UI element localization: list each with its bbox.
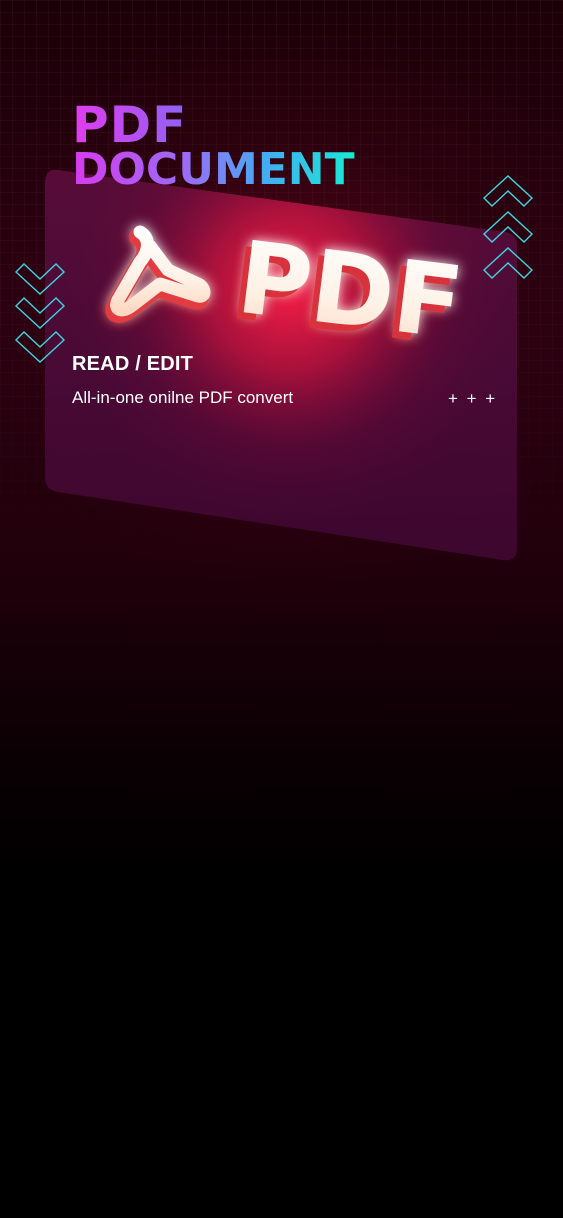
right-chevrons <box>482 175 534 279</box>
hero-card: PDF PDF <box>45 169 517 561</box>
chevron-down-icon <box>14 297 66 329</box>
plus-marks: + + + <box>448 389 498 408</box>
chevron-down-icon <box>14 331 66 363</box>
chevron-up-icon <box>482 211 534 243</box>
chevron-down-icon <box>14 263 66 295</box>
chevron-up-icon <box>482 247 534 279</box>
tagline: All-in-one onilne PDF convert <box>72 388 294 407</box>
left-chevrons <box>14 263 66 363</box>
title-document: DOCUMENT <box>72 144 355 195</box>
chevron-up-icon <box>482 175 534 207</box>
subtitle-read-edit: READ / EDIT <box>72 353 194 375</box>
title-pdf: PDF <box>72 96 188 154</box>
